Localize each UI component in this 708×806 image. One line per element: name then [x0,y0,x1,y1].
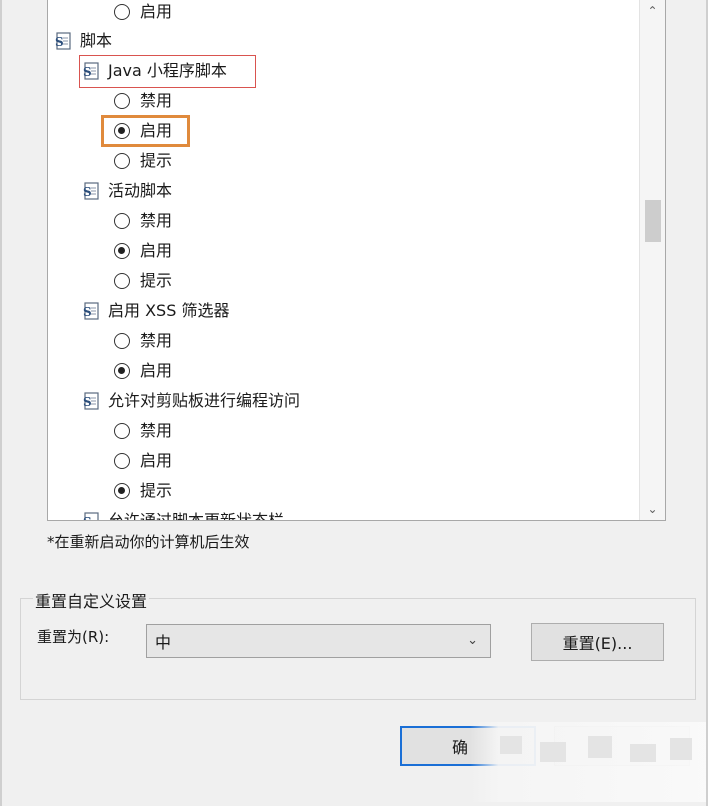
setting-label: 启用 XSS 筛选器 [108,301,230,320]
radio-option[interactable]: 提示 [114,476,172,506]
script-settings-icon: S [55,32,71,50]
watermark-block [588,736,612,758]
group-title: 重置自定义设置 [33,588,150,612]
svg-text:S: S [83,395,92,409]
setting-label: 允许对剪贴板进行编程访问 [108,391,301,410]
watermark-block [630,744,656,762]
radio-option-top-partial[interactable]: 启用 [114,0,172,27]
option-label: 禁用 [140,331,173,350]
radio-option[interactable]: 禁用 [114,206,172,236]
option-label: 启用 [140,2,173,21]
radio-option[interactable]: 禁用 [114,86,172,116]
radio-button[interactable] [114,333,130,349]
radio-button[interactable] [114,273,130,289]
script-settings-icon: S [83,182,99,200]
watermark-block [540,742,566,762]
watermark-overlay [470,722,706,802]
option-label: 提示 [140,481,173,500]
radio-button-selected[interactable] [114,243,130,259]
option-label: 提示 [140,271,173,290]
radio-option[interactable]: 禁用 [114,416,172,446]
option-label: 提示 [140,151,173,170]
radio-option[interactable]: 禁用 [114,326,172,356]
radio-button[interactable] [114,93,130,109]
radio-button[interactable] [114,153,130,169]
svg-text:S: S [83,515,92,521]
chevron-down-icon: ⌄ [467,633,478,648]
radio-option[interactable]: 启用 [114,446,172,476]
watermark-block [670,738,692,760]
reset-to-label: 重置为(R): [37,628,110,646]
chevron-up-icon[interactable]: ⌃ [640,0,665,22]
radio-button[interactable] [114,4,130,20]
vertical-scrollbar[interactable]: ⌃ ⌄ [639,0,665,520]
ok-button-label: 确 [452,738,469,757]
setting-active-scripting[interactable]: S 活动脚本 [82,176,172,206]
selected-value: 中 [155,633,172,652]
radio-button[interactable] [114,453,130,469]
chevron-down-icon[interactable]: ⌄ [640,498,665,520]
radio-option[interactable]: 启用 [114,236,172,266]
annotation-highlight-orange [101,115,190,147]
setting-label: 活动脚本 [108,181,173,200]
option-label: 禁用 [140,211,173,230]
category-label: 脚本 [80,31,113,50]
script-settings-icon: S [83,302,99,320]
watermark-block [500,736,522,754]
setting-xss-filter[interactable]: S 启用 XSS 筛选器 [82,296,229,326]
option-label: 启用 [140,241,173,260]
radio-option[interactable]: 启用 [114,356,172,386]
script-settings-icon: S [83,392,99,410]
radio-button-selected[interactable] [114,363,130,379]
setting-clipboard-access[interactable]: S 允许对剪贴板进行编程访问 [82,386,300,416]
radio-button-selected[interactable] [114,483,130,499]
restart-footnote: *在重新启动你的计算机后生效 [47,533,250,551]
radio-button[interactable] [114,423,130,439]
category-scripts[interactable]: S 脚本 [54,26,112,56]
reset-button[interactable]: 重置(E)... [531,623,664,661]
svg-text:S: S [83,185,92,199]
option-label: 启用 [140,451,173,470]
radio-option[interactable]: 提示 [114,146,172,176]
setting-status-bar-script-partial[interactable]: S 允许通过脚本更新状态栏 [82,506,285,521]
svg-text:S: S [83,305,92,319]
svg-text:S: S [55,35,64,49]
option-label: 禁用 [140,421,173,440]
script-settings-icon: S [83,512,99,521]
option-label: 启用 [140,361,173,380]
radio-button[interactable] [114,213,130,229]
option-label: 禁用 [140,91,173,110]
scrollbar-thumb[interactable] [645,200,661,242]
radio-option[interactable]: 提示 [114,266,172,296]
reset-level-select[interactable]: 中 ⌄ [146,624,491,658]
annotation-highlight-red [79,55,256,88]
window-frame-left [0,0,2,806]
setting-label: 允许通过脚本更新状态栏 [108,511,285,521]
